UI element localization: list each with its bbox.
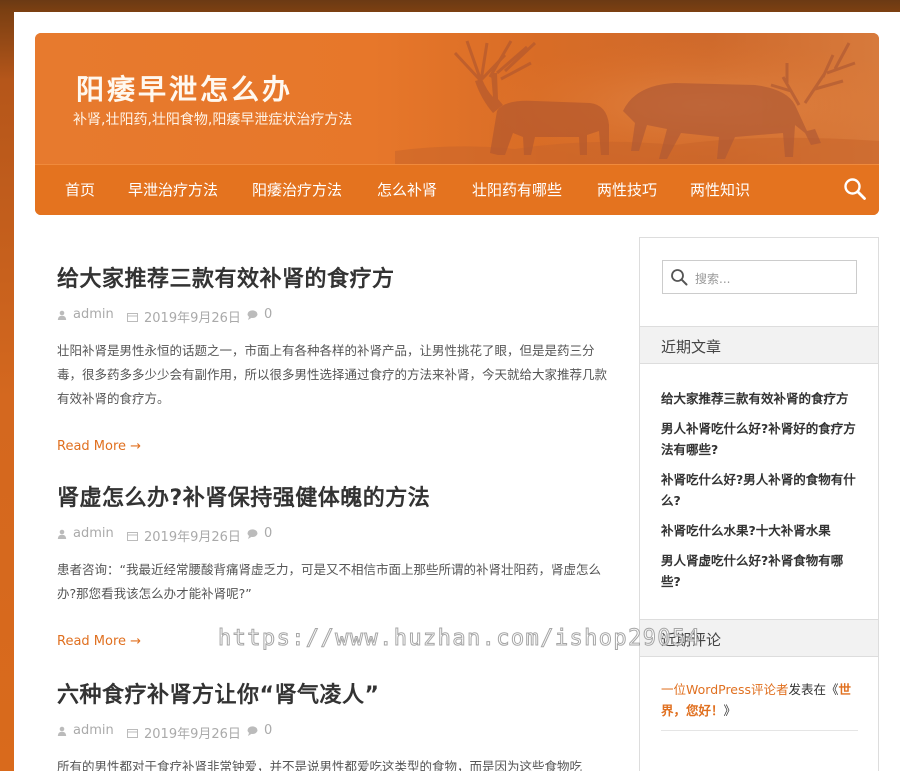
post-meta: admin 2019年9月26日 0: [57, 307, 617, 326]
user-icon: [57, 310, 67, 320]
post-author[interactable]: admin: [57, 723, 114, 738]
author-name: admin: [73, 723, 114, 738]
post-excerpt: 壮阳补肾是男性永恒的话题之一，市面上有各种各样的补肾产品，让男性挑花了眼，但是是…: [57, 343, 608, 406]
post-excerpt: 所有的男性都对于食疗补肾非常钟爱，并不是说男性都爱吃这类型的食物，而是因为这些食…: [57, 759, 583, 771]
divider: [661, 730, 858, 731]
post-author[interactable]: admin: [57, 307, 114, 322]
post-title[interactable]: 给大家推荐三款有效补肾的食疗方: [57, 261, 617, 293]
date-text: 2019年9月26日: [144, 530, 241, 545]
comment-count: 0: [264, 526, 273, 541]
recent-post-link[interactable]: 补肾吃什么水果?十大补肾水果: [661, 520, 861, 541]
date-text: 2019年9月26日: [144, 727, 241, 742]
user-icon: [57, 529, 67, 539]
nav-item-premature-treatment[interactable]: 早泄治疗方法: [128, 179, 218, 200]
post-comments[interactable]: 0: [247, 307, 272, 322]
post-date[interactable]: 2019年9月26日: [127, 723, 241, 742]
nav-item-impotence-treatment[interactable]: 阳痿治疗方法: [252, 179, 342, 200]
arrow-right-icon: →: [130, 634, 142, 649]
post-meta: admin 2019年9月26日 0: [57, 723, 617, 742]
page: 阳痿早泄怎么办 补肾,壮阳药,壮阳食物,阳痿早泄症状治疗方法 首页 早泄治疗方法…: [14, 12, 900, 771]
recent-post-link[interactable]: 补肾吃什么好?男人补肾的食物有什么?: [661, 469, 861, 511]
comment-author-link[interactable]: 一位WordPress评论者: [661, 682, 789, 697]
comment-icon: [247, 528, 258, 539]
post-title[interactable]: 六种食疗补肾方让你“肾气凌人”: [57, 677, 617, 709]
recent-posts-title: 近期文章: [640, 326, 878, 364]
calendar-icon: [127, 312, 138, 322]
post-date[interactable]: 2019年9月26日: [127, 526, 241, 545]
main-nav: 首页 早泄治疗方法 阳痿治疗方法 怎么补肾 壮阳药有哪些 两性技巧 两性知识: [35, 164, 879, 215]
comment-count: 0: [264, 723, 273, 738]
header-banner: 阳痿早泄怎么办 补肾,壮阳药,壮阳食物,阳痿早泄症状治疗方法: [35, 33, 879, 164]
comment-icon: [247, 309, 258, 320]
post-comments[interactable]: 0: [247, 526, 272, 541]
calendar-icon: [127, 728, 138, 738]
post-date[interactable]: 2019年9月26日: [127, 307, 241, 326]
comment-text: 发表在《: [788, 682, 839, 697]
post-excerpt: 患者咨询：“我最近经常腰酸背痛肾虚乏力，可是又不相信市面上那些所谓的补肾壮阳药，…: [57, 562, 601, 601]
comment-text-end: 》: [723, 703, 737, 718]
recent-comments-title: 近期评论: [640, 619, 878, 657]
search-placeholder: 搜索...: [695, 272, 731, 286]
nav-item-home[interactable]: 首页: [65, 179, 95, 200]
site-title[interactable]: 阳痿早泄怎么办: [76, 68, 293, 108]
comment-icon: [247, 725, 258, 736]
site-description: 补肾,壮阳药,壮阳食物,阳痿早泄症状治疗方法: [73, 112, 353, 128]
post-article: 肾虚怎么办?补肾保持强健体魄的方法 admin 2019年9月26日 0 患者咨…: [57, 480, 617, 649]
arrow-right-icon: →: [130, 439, 142, 454]
post-comments[interactable]: 0: [247, 723, 272, 738]
search-input[interactable]: 搜索...: [662, 260, 857, 294]
nav-item-kidney[interactable]: 怎么补肾: [377, 179, 437, 200]
author-name: admin: [73, 307, 114, 322]
read-more-link[interactable]: Read More →: [57, 634, 141, 649]
author-name: admin: [73, 526, 114, 541]
comment-count: 0: [264, 307, 273, 322]
nav-item-knowledge[interactable]: 两性知识: [690, 179, 750, 200]
post-article: 六种食疗补肾方让你“肾气凌人” admin 2019年9月26日 0 所有的男性…: [57, 677, 617, 771]
recent-posts-list: 给大家推荐三款有效补肾的食疗方 男人补肾吃什么好?补肾好的食疗方法有哪些? 补肾…: [661, 388, 861, 601]
search-icon[interactable]: [843, 177, 867, 201]
recent-post-link[interactable]: 男人肾虚吃什么好?补肾食物有哪些?: [661, 550, 861, 592]
date-text: 2019年9月26日: [144, 311, 241, 326]
calendar-icon: [127, 531, 138, 541]
read-more-link[interactable]: Read More →: [57, 439, 141, 454]
nav-item-medicine[interactable]: 壮阳药有哪些: [472, 179, 562, 200]
recent-post-link[interactable]: 给大家推荐三款有效补肾的食疗方: [661, 388, 861, 409]
post-title[interactable]: 肾虚怎么办?补肾保持强健体魄的方法: [57, 480, 617, 512]
sidebar: 搜索... 近期文章 给大家推荐三款有效补肾的食疗方 男人补肾吃什么好?补肾好的…: [639, 237, 879, 771]
recent-post-link[interactable]: 男人补肾吃什么好?补肾好的食疗方法有哪些?: [661, 418, 861, 460]
recent-comment: 一位WordPress评论者发表在《世界，您好！》: [661, 679, 858, 721]
user-icon: [57, 726, 67, 736]
nav-item-skills[interactable]: 两性技巧: [597, 179, 657, 200]
post-article: 给大家推荐三款有效补肾的食疗方 admin 2019年9月26日 0 壮阳补肾是…: [57, 261, 617, 454]
post-author[interactable]: admin: [57, 526, 114, 541]
site-header: 阳痿早泄怎么办 补肾,壮阳药,壮阳食物,阳痿早泄症状治疗方法 首页 早泄治疗方法…: [35, 33, 879, 215]
post-meta: admin 2019年9月26日 0: [57, 526, 617, 545]
search-icon: [671, 269, 688, 286]
